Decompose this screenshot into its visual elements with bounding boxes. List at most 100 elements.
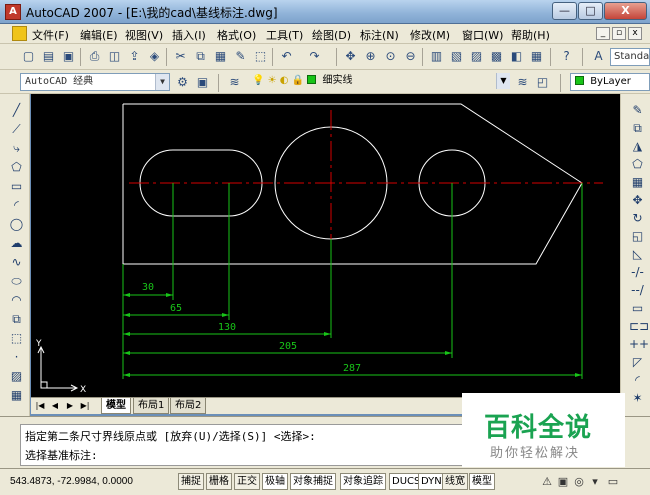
polar-toggle[interactable]: 极轴	[262, 473, 288, 490]
match-properties-icon[interactable]: ✎	[232, 48, 249, 65]
properties-icon[interactable]: ▥	[428, 48, 445, 65]
polygon-icon[interactable]: ⬠	[8, 159, 25, 176]
text-style-icon[interactable]: A	[590, 48, 607, 65]
erase-icon[interactable]: ✎	[629, 102, 646, 119]
explode-icon[interactable]: ✶	[629, 390, 646, 407]
chevron-down-icon[interactable]: ▼	[496, 73, 510, 89]
fillet-icon[interactable]: ◜	[629, 372, 646, 389]
gradient-icon[interactable]: ▦	[8, 387, 25, 404]
maximize-button[interactable]: □	[578, 2, 603, 20]
document-minimize-button[interactable]: _	[596, 27, 610, 40]
copy-icon[interactable]: ⧉	[192, 48, 209, 65]
sheet-set-icon[interactable]: ▩	[488, 48, 505, 65]
ellipse-icon[interactable]: ⬭	[8, 273, 25, 290]
menu-file[interactable]: 文件(F)	[32, 27, 69, 43]
markup-icon[interactable]: ◧	[508, 48, 525, 65]
make-current-layer-icon[interactable]: ≋	[514, 74, 531, 91]
break-at-point-icon[interactable]: ▭	[629, 300, 646, 317]
layer-previous-icon[interactable]: ◰	[534, 74, 551, 91]
undo-icon[interactable]: ↶	[278, 48, 295, 65]
menu-insert[interactable]: 插入(I)	[172, 27, 206, 43]
ellipse-arc-icon[interactable]: ◠	[8, 292, 25, 309]
first-tab-icon[interactable]: |◀	[34, 400, 46, 412]
menu-draw[interactable]: 绘图(D)	[312, 27, 351, 43]
spline-icon[interactable]: ∿	[8, 254, 25, 271]
make-block-icon[interactable]: ⬚	[8, 330, 25, 347]
3d-dwf-icon[interactable]: ◈	[146, 48, 163, 65]
scale-icon[interactable]: ◱	[629, 228, 646, 245]
quickcalc-icon[interactable]: ▦	[528, 48, 545, 65]
clean-screen-icon[interactable]: ▭	[606, 475, 620, 489]
document-icon[interactable]	[12, 26, 27, 41]
tab-model[interactable]: 模型	[101, 398, 131, 414]
design-center-icon[interactable]: ▧	[448, 48, 465, 65]
previous-tab-icon[interactable]: ◀	[49, 400, 61, 412]
menu-window[interactable]: 窗口(W)	[462, 27, 503, 43]
communication-center-icon[interactable]: ⚠	[540, 475, 554, 489]
point-icon[interactable]: ·	[8, 349, 25, 366]
plot-icon[interactable]: ⎙	[86, 48, 103, 65]
publish-icon[interactable]: ⇪	[126, 48, 143, 65]
block-editor-icon[interactable]: ⬚	[252, 48, 269, 65]
paste-icon[interactable]: ▦	[212, 48, 229, 65]
move-icon[interactable]: ✥	[629, 192, 646, 209]
grid-toggle[interactable]: 栅格	[206, 473, 232, 490]
zoom-previous-icon[interactable]: ⊖	[402, 48, 419, 65]
menu-view[interactable]: 视图(V)	[125, 27, 163, 43]
text-style-dropdown[interactable]: Standa	[610, 48, 650, 66]
zoom-realtime-icon[interactable]: ⊕	[362, 48, 379, 65]
otrack-toggle[interactable]: 对象追踪	[340, 473, 386, 490]
trim-icon[interactable]: -/-	[629, 264, 646, 281]
tab-layout2[interactable]: 布局2	[170, 398, 207, 414]
join-icon[interactable]: ++	[629, 336, 649, 353]
color-control-dropdown[interactable]: ByLayer	[570, 73, 650, 91]
snap-toggle[interactable]: 捕捉	[178, 473, 204, 490]
tool-palettes-icon[interactable]: ▨	[468, 48, 485, 65]
arc-icon[interactable]: ◜	[8, 197, 25, 214]
coordinate-readout[interactable]: 543.4873, -72.9984, 0.0000	[10, 476, 133, 487]
help-icon[interactable]: ?	[558, 48, 575, 65]
save-icon[interactable]: ▣	[60, 48, 77, 65]
workspace-dropdown[interactable]: AutoCAD 经典 ▼	[20, 73, 170, 91]
circle-icon[interactable]: ◯	[8, 216, 25, 233]
line-icon[interactable]: ╱	[8, 102, 25, 119]
lineweight-toggle[interactable]: 线宽	[442, 473, 468, 490]
drawing-canvas[interactable]: 30 65 130 205 287 Y X	[31, 94, 620, 397]
close-button[interactable]: X	[604, 2, 647, 20]
command-prompt[interactable]: 选择基准标注:	[25, 447, 98, 463]
layer-dropdown[interactable]: 💡 ☀ ◐ 🔒 细实线 ▼	[248, 73, 510, 91]
osnap-toggle[interactable]: 对象捕捉	[290, 473, 336, 490]
menu-help[interactable]: 帮助(H)	[511, 27, 550, 43]
array-icon[interactable]: ▦	[629, 174, 646, 191]
chevron-down-icon[interactable]: ▼	[155, 74, 169, 90]
cut-icon[interactable]: ✂	[172, 48, 189, 65]
chamfer-icon[interactable]: ◸	[629, 354, 646, 371]
polyline-icon[interactable]: ⤷	[8, 140, 25, 157]
break-icon[interactable]: ⊏⊐	[629, 318, 649, 335]
rotate-icon[interactable]: ↻	[629, 210, 646, 227]
redo-icon[interactable]: ↷	[306, 48, 323, 65]
document-restore-button[interactable]: ▫	[612, 27, 626, 40]
menu-dimension[interactable]: 标注(N)	[360, 27, 399, 43]
hatch-icon[interactable]: ▨	[8, 368, 25, 385]
revision-cloud-icon[interactable]: ☁	[8, 235, 25, 252]
open-icon[interactable]: ▤	[40, 48, 57, 65]
construction-line-icon[interactable]: ⟋	[8, 121, 25, 138]
layer-manager-icon[interactable]: ≋	[226, 74, 243, 91]
annotation-icon[interactable]: ◎	[572, 475, 586, 489]
document-close-button[interactable]: x	[628, 27, 642, 40]
zoom-window-icon[interactable]: ⊙	[382, 48, 399, 65]
ortho-toggle[interactable]: 正交	[234, 473, 260, 490]
tab-layout1[interactable]: 布局1	[133, 398, 170, 414]
save-workspace-icon[interactable]: ▣	[194, 74, 211, 91]
extend-icon[interactable]: --/	[629, 282, 646, 299]
lock-icon[interactable]: ▣	[556, 475, 570, 489]
dyn-toggle[interactable]: DYN	[418, 473, 445, 490]
rectangle-icon[interactable]: ▭	[8, 178, 25, 195]
last-tab-icon[interactable]: ▶|	[79, 400, 91, 412]
insert-block-icon[interactable]: ⧉	[8, 311, 25, 328]
pan-icon[interactable]: ✥	[342, 48, 359, 65]
menu-modify[interactable]: 修改(M)	[410, 27, 450, 43]
stretch-icon[interactable]: ◺	[629, 246, 646, 263]
plot-preview-icon[interactable]: ◫	[106, 48, 123, 65]
